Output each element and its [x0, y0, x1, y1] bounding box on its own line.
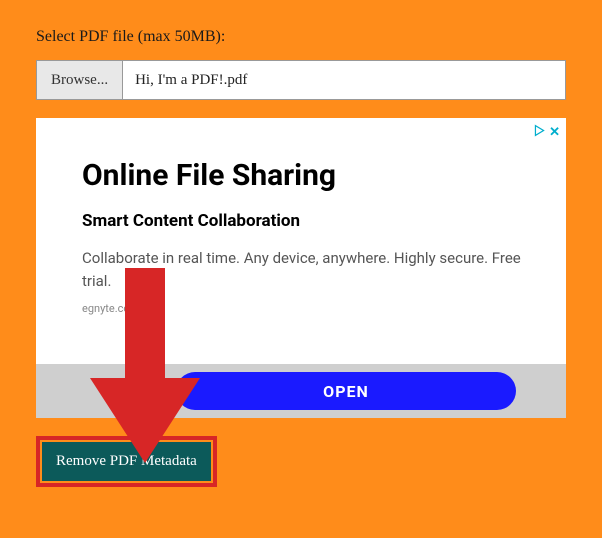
file-picker: Browse... Hi, I'm a PDF!.pdf — [36, 60, 566, 100]
remove-metadata-button[interactable]: Remove PDF Metadata — [42, 442, 211, 481]
remove-button-highlight: Remove PDF Metadata — [36, 436, 217, 487]
ad-source: egnyte.com — [82, 302, 540, 315]
ad-title: Online File Sharing — [82, 158, 540, 193]
ad-controls: ✕ — [533, 122, 560, 141]
ad-footer: OPEN — [36, 364, 566, 418]
filename-display[interactable]: Hi, I'm a PDF!.pdf — [122, 60, 566, 100]
open-button[interactable]: OPEN — [176, 372, 516, 410]
ad-body: Collaborate in real time. Any device, an… — [82, 247, 540, 292]
adchoices-icon[interactable] — [533, 122, 546, 141]
ad-content[interactable]: Online File Sharing Smart Content Collab… — [36, 118, 566, 315]
browse-button[interactable]: Browse... — [36, 60, 122, 100]
ad-subtitle: Smart Content Collaboration — [82, 211, 540, 231]
ad-body-line1: Collaborate in real time. Any device, an… — [82, 249, 488, 267]
ad-container: ✕ Online File Sharing Smart Content Coll… — [36, 118, 566, 418]
file-label: Select PDF file (max 50MB): — [36, 28, 566, 46]
close-icon[interactable]: ✕ — [549, 125, 560, 138]
